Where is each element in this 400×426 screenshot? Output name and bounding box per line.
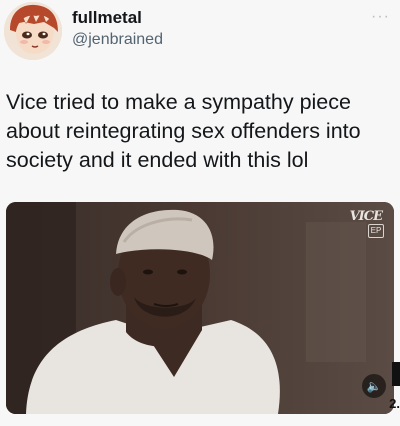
user-handle[interactable]: @jenbrained bbox=[72, 31, 163, 49]
view-counter: 2. bbox=[389, 396, 400, 411]
vice-watermark: VICE bbox=[349, 209, 383, 224]
video-media[interactable]: VICE EP 🔈 bbox=[6, 202, 394, 414]
display-name[interactable]: fullmetal bbox=[72, 8, 142, 28]
volume-icon[interactable]: 🔈 bbox=[362, 374, 386, 398]
video-frame bbox=[6, 202, 394, 414]
more-options-icon[interactable]: ··· bbox=[371, 8, 390, 26]
episode-badge: EP bbox=[368, 224, 384, 238]
tweet-card: fullmetal @jenbrained ··· Vice tried to … bbox=[0, 0, 400, 426]
tweet-text: Vice tried to make a sympathy piece abou… bbox=[6, 90, 361, 172]
avatar[interactable] bbox=[4, 2, 62, 60]
progress-indicator bbox=[392, 362, 400, 386]
anime-avatar-icon bbox=[4, 2, 62, 60]
